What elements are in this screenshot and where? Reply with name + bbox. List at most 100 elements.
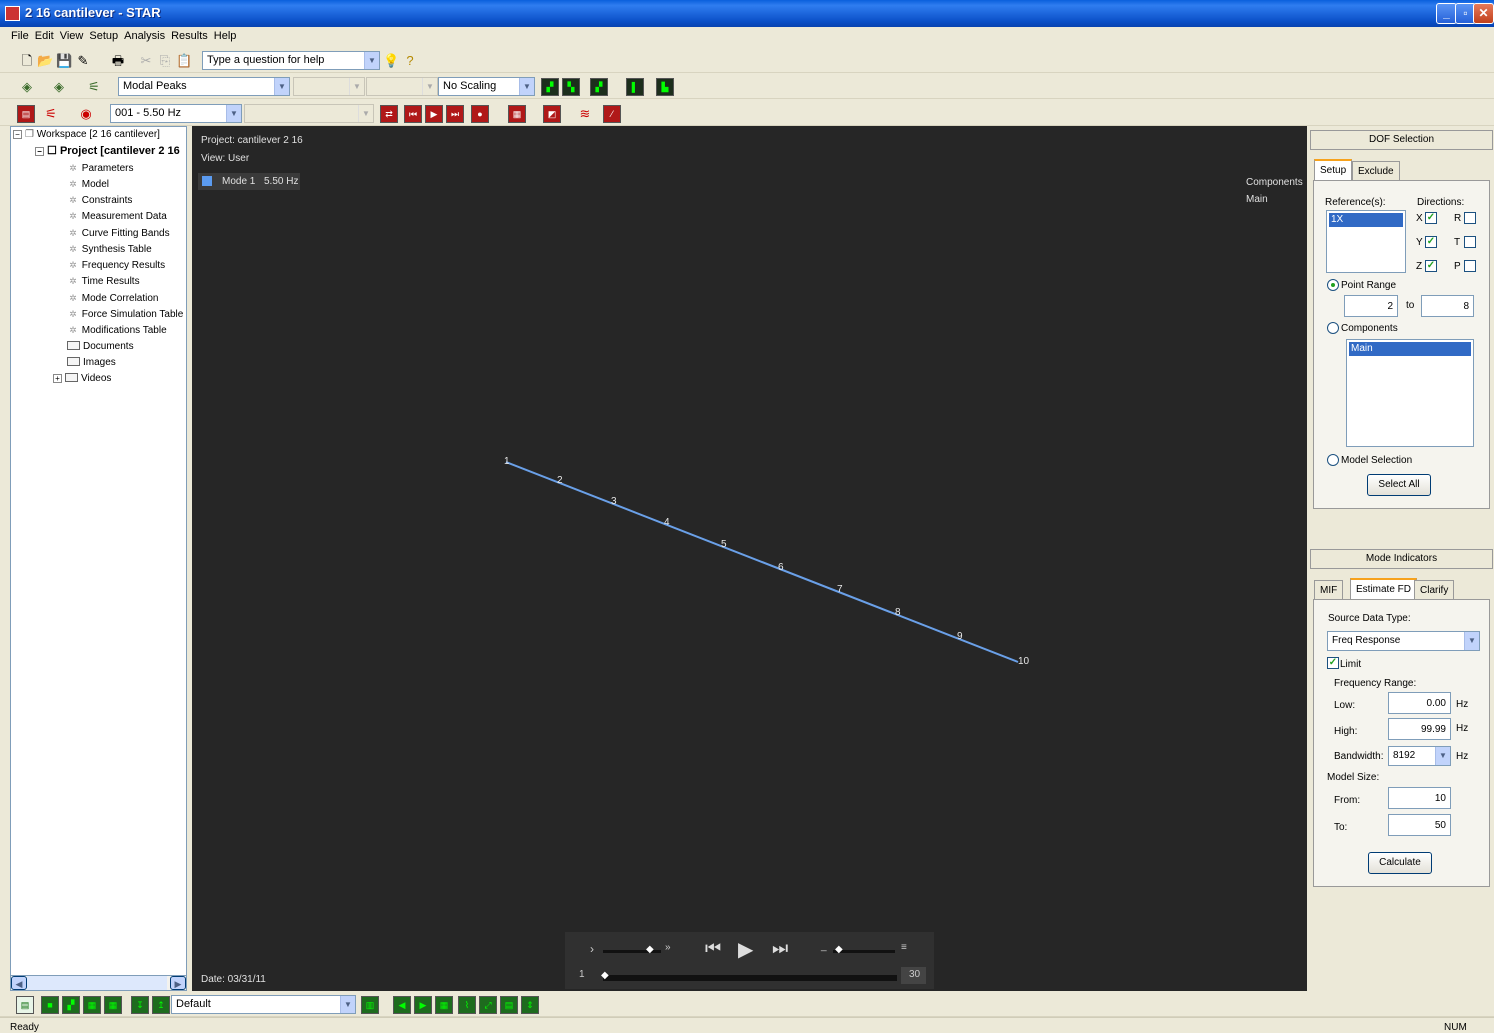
minimize-button[interactable]: _ — [1436, 3, 1457, 24]
expand-icon[interactable]: + — [53, 374, 62, 383]
chevron-down-icon[interactable]: ▼ — [274, 78, 289, 95]
bandwidth-select[interactable]: 8192 ▼ — [1388, 746, 1451, 766]
last-frame-icon[interactable]: ⏭ — [446, 105, 464, 123]
chevron-down-icon[interactable]: ▼ — [364, 52, 379, 69]
swap-icon[interactable]: ⇄ — [380, 105, 398, 123]
help-question-box[interactable]: Type a question for help ▼ — [202, 51, 380, 70]
chevron-down-icon[interactable]: ▼ — [1435, 747, 1450, 765]
animate-shape-icon[interactable]: ◈ — [19, 79, 35, 95]
menu-view[interactable]: View — [57, 27, 87, 42]
paste-icon[interactable]: 📋 — [176, 53, 192, 69]
tree-item-synthesis-table[interactable]: ✲ Synthesis Table — [67, 241, 151, 257]
tab-clarify[interactable]: Clarify — [1414, 580, 1455, 600]
mode-indicators-header[interactable]: Mode Indicators — [1310, 549, 1493, 569]
speed-slower-icon[interactable]: › — [590, 942, 594, 956]
scaling-select[interactable]: No Scaling ▼ — [438, 77, 535, 96]
save-icon[interactable]: 💾 — [56, 53, 72, 69]
trace-split-icon[interactable]: ▚ — [562, 78, 580, 96]
display-select[interactable]: Modal Peaks ▼ — [118, 77, 290, 96]
source-data-type-select[interactable]: Freq Response ▼ — [1327, 631, 1480, 651]
record-icon[interactable]: ● — [471, 105, 489, 123]
cursor-icon[interactable]: ⌇ — [458, 996, 476, 1014]
mode-select[interactable]: 001 - 5.50 Hz ▼ — [110, 104, 242, 123]
tile-icon[interactable]: ▦ — [435, 996, 453, 1014]
tree-workspace[interactable]: − ❐ Workspace [2 16 cantilever] — [13, 127, 160, 143]
point-range-radio[interactable] — [1327, 279, 1339, 291]
tree-item-frequency-results[interactable]: ✲ Frequency Results — [67, 257, 165, 273]
open-folder-icon[interactable]: 📂 — [37, 53, 53, 69]
collapse-icon[interactable]: − — [35, 147, 44, 156]
chevron-down-icon[interactable]: ▼ — [340, 996, 355, 1013]
tree-project[interactable]: − ☐ Project [cantilever 2 16 — [35, 143, 180, 159]
layout-save-icon[interactable]: ↧ — [131, 996, 149, 1014]
tree-item-force-simulation-table[interactable]: ✲ Force Simulation Table — [67, 306, 183, 322]
dof-selection-header[interactable]: DOF Selection — [1310, 130, 1493, 150]
speed-slider-thumb[interactable]: ◆ — [646, 944, 654, 955]
direction-t-checkbox[interactable] — [1464, 236, 1476, 248]
step-forward-icon[interactable]: ⏭ — [772, 938, 788, 959]
stripes-icon[interactable]: ⁄ — [603, 105, 621, 123]
layout-load-icon[interactable]: ↥ — [152, 996, 170, 1014]
menu-setup[interactable]: Setup — [86, 27, 121, 42]
tree-item-constraints[interactable]: ✲ Constraints — [67, 192, 132, 208]
direction-p-checkbox[interactable] — [1464, 260, 1476, 272]
menu-file[interactable]: File — [8, 27, 32, 42]
limit-checkbox[interactable]: ✓ — [1327, 657, 1339, 669]
tree-folder-videos[interactable]: + Videos — [53, 371, 111, 387]
bar-graph-icon[interactable]: ▌ — [626, 78, 644, 96]
model-selection-radio[interactable] — [1327, 454, 1339, 466]
zoom-fit-icon[interactable]: ⤢ — [479, 996, 497, 1014]
reference-icon[interactable]: ◉ — [78, 106, 94, 122]
tree-item-model[interactable]: ✲ Model — [67, 176, 109, 192]
layout-select[interactable]: Default ▼ — [171, 995, 356, 1014]
references-list[interactable]: 1X — [1326, 210, 1406, 273]
tree-item-mode-correlation[interactable]: ✲ Mode Correlation — [67, 290, 158, 306]
tree-item-curve-fitting-bands[interactable]: ✲ Curve Fitting Bands — [67, 225, 169, 241]
direction-r-checkbox[interactable] — [1464, 212, 1476, 224]
cut-icon[interactable]: ✂ — [138, 53, 154, 69]
close-button[interactable]: ✕ — [1473, 3, 1494, 24]
tree-horizontal-scrollbar[interactable]: ◀ ▶ — [10, 975, 187, 991]
stack-icon[interactable]: ▤ — [500, 996, 518, 1014]
point-range-to-input[interactable]: 8 — [1421, 295, 1474, 317]
tab-exclude[interactable]: Exclude — [1352, 161, 1400, 181]
frame-slider[interactable] — [603, 975, 897, 981]
direction-z-checkbox[interactable]: ✓ — [1425, 260, 1437, 272]
copy-icon[interactable]: ⎘ — [157, 53, 173, 69]
reference-item[interactable]: 1X — [1329, 213, 1403, 227]
vertical-fit-icon[interactable]: ⇕ — [521, 996, 539, 1014]
app-icon[interactable] — [5, 6, 20, 21]
scroll-left-icon[interactable]: ◀ — [11, 976, 27, 990]
tab-setup[interactable]: Setup — [1314, 159, 1353, 181]
trace-overlay-icon[interactable]: ▞ — [541, 78, 559, 96]
first-frame-icon[interactable]: ⏮ — [404, 105, 422, 123]
color-contour-icon[interactable]: ◩ — [543, 105, 561, 123]
model-size-from-input[interactable]: 10 — [1388, 787, 1451, 809]
layout-1-icon[interactable]: ■ — [41, 996, 59, 1014]
tree-item-measurement-data[interactable]: ✲ Measurement Data — [67, 208, 167, 224]
arrow-right-icon[interactable]: ▶ — [414, 996, 432, 1014]
calculate-button[interactable]: Calculate — [1368, 852, 1432, 874]
menu-help[interactable]: Help — [211, 27, 240, 42]
mode-shape-icon[interactable]: ⚟ — [43, 106, 59, 122]
wave-icon[interactable]: ≋ — [577, 106, 593, 122]
grid-display-icon[interactable]: ▦ — [508, 105, 526, 123]
point-range-from-input[interactable]: 2 — [1344, 295, 1398, 317]
menu-edit[interactable]: Edit — [32, 27, 57, 42]
direction-x-checkbox[interactable]: ✓ — [1425, 212, 1437, 224]
amplitude-slider-thumb[interactable]: ◆ — [835, 944, 843, 955]
tab-estimate-fd[interactable]: Estimate FD — [1350, 578, 1418, 600]
chevron-down-icon[interactable]: ▼ — [1464, 632, 1479, 650]
select-all-button[interactable]: Select All — [1367, 474, 1431, 496]
trace-stack-icon[interactable]: ▞ — [590, 78, 608, 96]
components-radio[interactable] — [1327, 322, 1339, 334]
new-file-icon[interactable]: 🗋 — [19, 53, 35, 69]
layout-4-icon[interactable]: ▦ — [83, 996, 101, 1014]
scroll-right-icon[interactable]: ▶ — [170, 976, 186, 990]
tree-item-modifications-table[interactable]: ✲ Modifications Table — [67, 322, 166, 338]
step-back-icon[interactable]: ⏮ — [705, 938, 721, 959]
speed-faster-icon[interactable]: » — [665, 942, 671, 953]
direction-y-checkbox[interactable]: ✓ — [1425, 236, 1437, 248]
shape-select-icon[interactable]: ⚟ — [86, 79, 102, 95]
play-icon[interactable]: ▶ — [738, 937, 753, 962]
